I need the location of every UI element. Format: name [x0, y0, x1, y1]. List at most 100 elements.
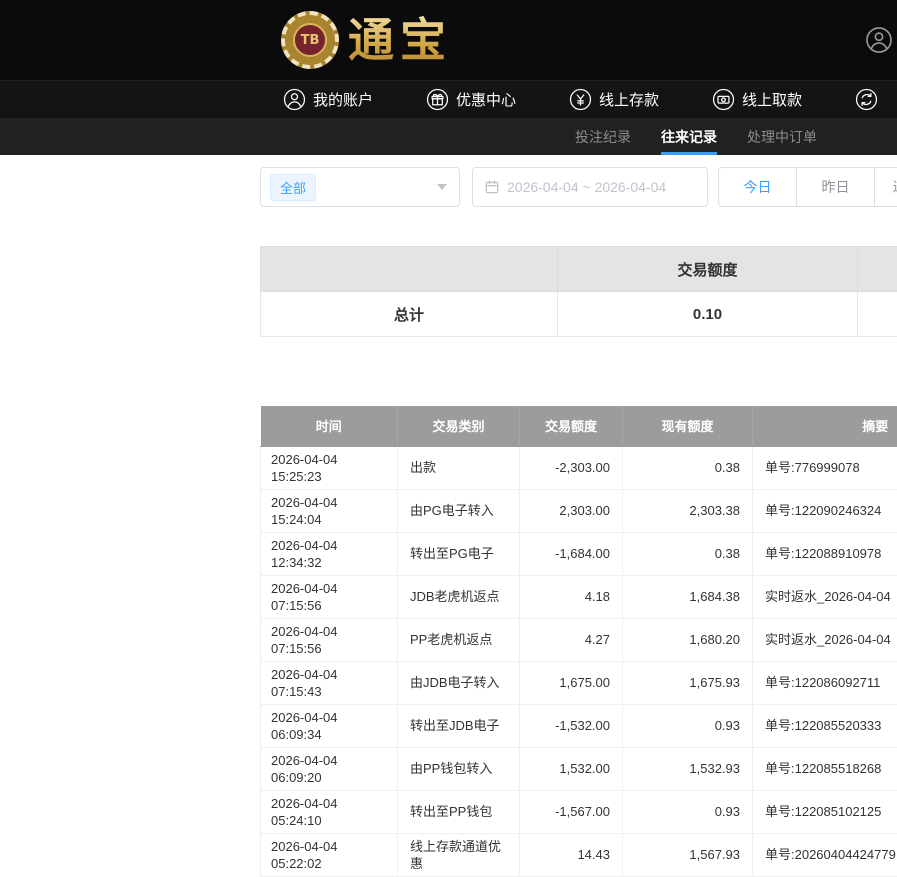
- cell-type: 由PG电子转入: [398, 489, 520, 532]
- deposit-coin-icon: [569, 88, 592, 111]
- quick-range-buttons: 今日昨日近一周: [718, 167, 897, 207]
- table-row: 2026-04-04 06:09:34转出至JDB电子-1,532.000.93…: [261, 704, 897, 747]
- cell-time: 2026-04-04 07:15:43: [261, 661, 398, 704]
- cell-balance: 2,303.38: [623, 489, 753, 532]
- transfer-icon: [855, 88, 878, 111]
- table-row: 2026-04-04 15:24:04由PG电子转入2,303.002,303.…: [261, 489, 897, 532]
- cell-type: PP老虎机返点: [398, 618, 520, 661]
- nav-item-label: 线上存款: [599, 89, 659, 110]
- nav-item-label: 线上取款: [742, 89, 802, 110]
- cell-summary: 单号:122088910978: [753, 532, 897, 575]
- cell-type: 转出至JDB电子: [398, 704, 520, 747]
- filter-bar: 全部 2026-04-04 ~ 2026-04-04 今日昨日近一周: [260, 167, 897, 207]
- summary-header-spacer: [261, 247, 558, 292]
- type-select[interactable]: 全部: [260, 167, 460, 207]
- table-row: 2026-04-04 15:25:23出款-2,303.000.38单号:776…: [261, 446, 897, 489]
- cell-amount: -1,684.00: [520, 532, 623, 575]
- date-range-value: 2026-04-04 ~ 2026-04-04: [507, 179, 666, 195]
- cell-time: 2026-04-04 06:09:34: [261, 704, 398, 747]
- cell-type: 线上存款通道优惠: [398, 833, 520, 876]
- cell-amount: 14.43: [520, 833, 623, 876]
- summary-total-amount: 0.10: [558, 292, 858, 337]
- cell-balance: 1,675.93: [623, 661, 753, 704]
- user-icon: [283, 88, 306, 111]
- summary-total-extra: [858, 292, 897, 337]
- cell-summary: 单号:122085518268: [753, 747, 897, 790]
- cell-summary: 实时返水_2026-04-04: [753, 575, 897, 618]
- cell-type: JDB老虎机返点: [398, 575, 520, 618]
- date-range-input[interactable]: 2026-04-04 ~ 2026-04-04: [472, 167, 708, 207]
- quick-range-button-2[interactable]: 昨日: [796, 167, 875, 207]
- nav-item-1[interactable]: 我的账户: [283, 88, 373, 111]
- cell-time: 2026-04-04 05:22:02: [261, 833, 398, 876]
- summary-header-amount: 交易额度: [558, 247, 858, 292]
- tab-2[interactable]: 往来记录: [661, 118, 717, 155]
- cell-type: 转出至PG电子: [398, 532, 520, 575]
- column-header: 交易额度: [520, 406, 623, 446]
- tab-1[interactable]: 投注纪录: [575, 118, 631, 155]
- cell-summary: 单号:122086092711: [753, 661, 897, 704]
- cell-summary: 单号:122085102125: [753, 790, 897, 833]
- cell-type: 转出至PP钱包: [398, 790, 520, 833]
- cell-time: 2026-04-04 15:25:23: [261, 446, 398, 489]
- summary-total-row: 总计 0.10: [261, 292, 897, 337]
- summary-header-row: 交易额度: [261, 247, 897, 292]
- tab-3[interactable]: 处理中订单: [747, 118, 817, 155]
- summary-total-label: 总计: [261, 292, 558, 337]
- nav-item-label: 优惠中心: [456, 89, 516, 110]
- record-tabs: 投注纪录往来记录处理中订单: [0, 118, 897, 155]
- nav-item-3[interactable]: 线上存款: [569, 88, 659, 111]
- logo-badge: TB: [293, 23, 327, 57]
- cell-type: 由JDB电子转入: [398, 661, 520, 704]
- cell-amount: 1,675.00: [520, 661, 623, 704]
- cell-time: 2026-04-04 15:24:04: [261, 489, 398, 532]
- summary-header-spacer-2: [858, 247, 897, 292]
- cell-time: 2026-04-04 12:34:32: [261, 532, 398, 575]
- gift-icon: [426, 88, 449, 111]
- logo-text: 通宝: [348, 11, 452, 69]
- column-header: 摘要: [753, 406, 897, 446]
- cell-amount: -1,567.00: [520, 790, 623, 833]
- casino-chip-icon: TB: [281, 11, 339, 69]
- cell-balance: 0.38: [623, 532, 753, 575]
- cell-summary: 实时返水_2026-04-04: [753, 618, 897, 661]
- column-header: 交易类别: [398, 406, 520, 446]
- nav-item-2[interactable]: 优惠中心: [426, 88, 516, 111]
- chevron-down-icon: [437, 184, 447, 190]
- table-row: 2026-04-04 05:24:10转出至PP钱包-1,567.000.93单…: [261, 790, 897, 833]
- cell-summary: 单号:776999078: [753, 446, 897, 489]
- table-row: 2026-04-04 05:22:02线上存款通道优惠14.431,567.93…: [261, 833, 897, 876]
- cell-time: 2026-04-04 07:15:56: [261, 575, 398, 618]
- transactions-table: 时间交易类别交易额度现有额度摘要 2026-04-04 15:25:23出款-2…: [260, 406, 897, 877]
- cell-balance: 0.93: [623, 704, 753, 747]
- nav-item-4[interactable]: 线上取款: [712, 88, 802, 111]
- cell-type: 由PP钱包转入: [398, 747, 520, 790]
- cell-balance: 1,567.93: [623, 833, 753, 876]
- cell-amount: -1,532.00: [520, 704, 623, 747]
- main-nav: 我的账户 优惠中心 线上存款 线上取款: [0, 80, 897, 118]
- cell-time: 2026-04-04 06:09:20: [261, 747, 398, 790]
- cell-amount: 2,303.00: [520, 489, 623, 532]
- cell-summary: 单号:20260404424779: [753, 833, 897, 876]
- cell-summary: 单号:122085520333: [753, 704, 897, 747]
- calendar-icon: [484, 179, 500, 195]
- table-header-row: 时间交易类别交易额度现有额度摘要: [261, 406, 897, 446]
- table-row: 2026-04-04 12:34:32转出至PG电子-1,684.000.38单…: [261, 532, 897, 575]
- nav-item-5[interactable]: [855, 88, 885, 111]
- cell-amount: 4.18: [520, 575, 623, 618]
- quick-range-button-3[interactable]: 近一周: [874, 167, 897, 207]
- cell-amount: 1,532.00: [520, 747, 623, 790]
- column-header: 现有额度: [623, 406, 753, 446]
- summary-table: 交易额度 总计 0.10: [260, 246, 897, 337]
- cell-balance: 1,680.20: [623, 618, 753, 661]
- table-row: 2026-04-04 07:15:56JDB老虎机返点4.181,684.38实…: [261, 575, 897, 618]
- top-header: TB 通宝: [0, 0, 897, 80]
- cell-balance: 1,532.93: [623, 747, 753, 790]
- cell-balance: 0.38: [623, 446, 753, 489]
- account-icon[interactable]: [865, 26, 893, 54]
- table-row: 2026-04-04 07:15:43由JDB电子转入1,675.001,675…: [261, 661, 897, 704]
- brand-logo: TB 通宝: [281, 11, 452, 69]
- quick-range-button-1[interactable]: 今日: [718, 167, 797, 207]
- nav-item-label: 我的账户: [313, 89, 373, 110]
- cell-summary: 单号:122090246324: [753, 489, 897, 532]
